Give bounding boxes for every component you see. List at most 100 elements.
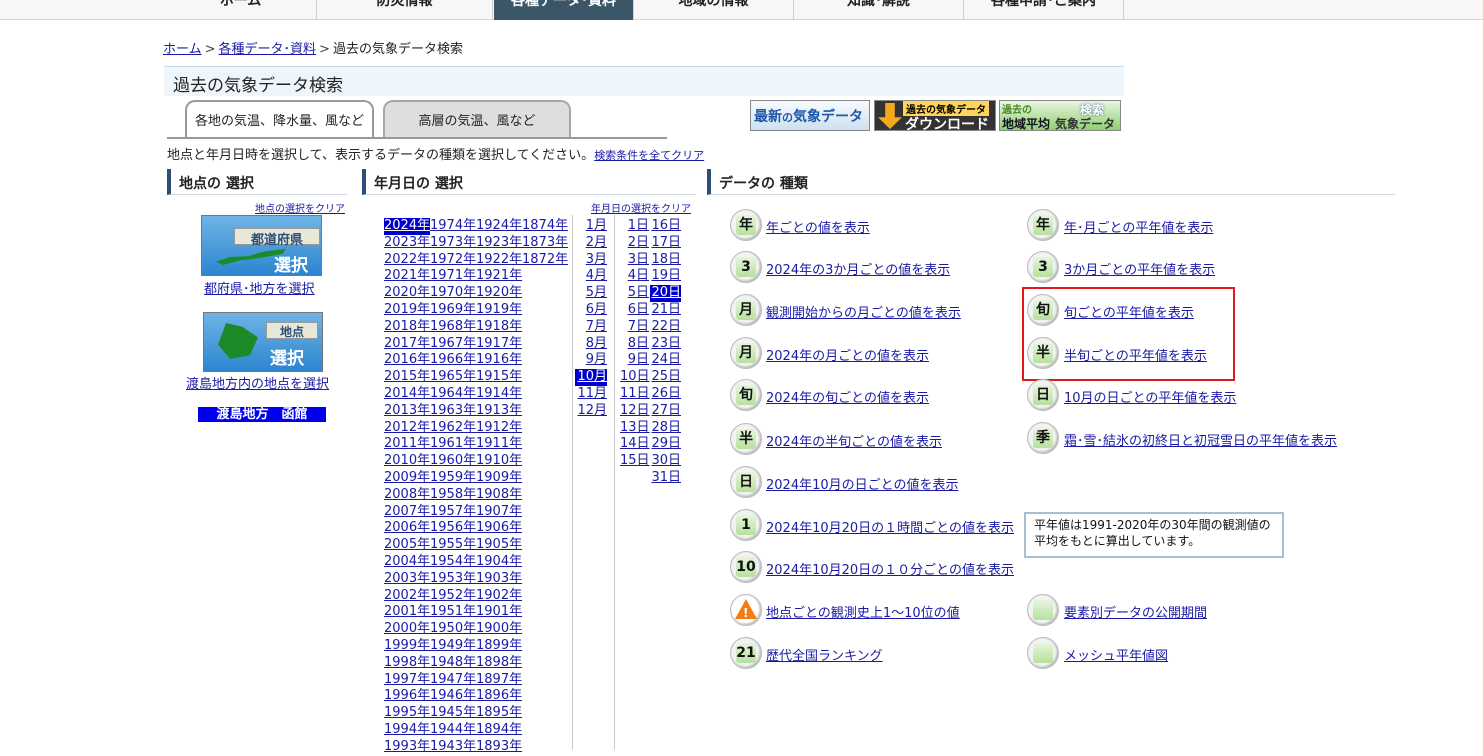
day-link[interactable]: 14日: [620, 436, 650, 453]
datatype-link-right-5[interactable]: 霜･雪･結氷の初終日と初冠雪日の平年値を表示: [1064, 430, 1337, 449]
prefecture-select-link[interactable]: 都府県･地方を選択: [204, 278, 315, 297]
year-link[interactable]: 2021年: [384, 268, 430, 285]
year-link[interactable]: 2018年: [384, 319, 430, 336]
datatype-link-left-1[interactable]: 2024年の3か月ごとの値を表示: [766, 259, 950, 278]
year-link[interactable]: 2009年: [384, 470, 430, 487]
year-link[interactable]: 2024年: [384, 218, 431, 235]
nav-knowledge[interactable]: 知識･解説: [794, 0, 964, 20]
year-link[interactable]: 1957年: [430, 504, 476, 521]
breadcrumb-data[interactable]: 各種データ･資料: [219, 42, 317, 57]
datatype-link-right-3[interactable]: 半旬ごとの平年値を表示: [1064, 345, 1207, 364]
day-link[interactable]: 10日: [620, 369, 650, 386]
day-link[interactable]: 11日: [620, 386, 650, 403]
year-link[interactable]: 1924年: [476, 218, 522, 235]
year-link[interactable]: 2002年: [384, 588, 430, 605]
datatype-link-left-6[interactable]: 2024年10月の日ごとの値を表示: [766, 474, 959, 493]
year-link[interactable]: 1963年: [430, 403, 476, 420]
year-link[interactable]: 2019年: [384, 302, 430, 319]
year-link[interactable]: 1956年: [430, 520, 476, 537]
year-link[interactable]: 1962年: [430, 420, 476, 437]
nav-disaster[interactable]: 防災情報: [317, 0, 493, 20]
year-link[interactable]: 1974年: [430, 218, 476, 235]
datatype-link-left-2[interactable]: 観測開始からの月ごとの値を表示: [766, 302, 961, 321]
month-link[interactable]: 1月: [575, 218, 607, 235]
year-link[interactable]: 1944年: [430, 722, 476, 739]
year-link[interactable]: 1904年: [476, 554, 522, 571]
year-link[interactable]: 1954年: [430, 554, 476, 571]
datatype-link-right-0[interactable]: 年･月ごとの平年値を表示: [1064, 217, 1213, 236]
day-link[interactable]: 22日: [650, 319, 681, 336]
year-link[interactable]: 1913年: [476, 403, 522, 420]
day-link[interactable]: 13日: [620, 420, 650, 437]
datatype-link-right-7[interactable]: メッシュ平年値図: [1064, 645, 1168, 664]
latest-data-banner[interactable]: 最新の気象データ: [750, 100, 870, 131]
year-link[interactable]: 2017年: [384, 336, 430, 353]
year-link[interactable]: 2023年: [384, 235, 430, 252]
clear-station-link[interactable]: 地点の選択をクリア: [255, 200, 345, 215]
nav-home[interactable]: ホーム: [165, 0, 317, 20]
point-select-link[interactable]: 渡島地方内の地点を選択: [186, 373, 329, 392]
year-link[interactable]: 2000年: [384, 621, 430, 638]
year-link[interactable]: 1951年: [430, 604, 476, 621]
year-link[interactable]: 2011年: [384, 436, 430, 453]
year-link[interactable]: 2016年: [384, 352, 430, 369]
year-link[interactable]: 1922年: [476, 252, 522, 269]
datatype-link-right-2[interactable]: 旬ごとの平年値を表示: [1064, 302, 1194, 321]
year-link[interactable]: 1910年: [476, 453, 522, 470]
day-link[interactable]: 5日: [620, 285, 649, 302]
day-link[interactable]: 17日: [650, 235, 681, 252]
nav-data[interactable]: 各種データ･資料: [494, 0, 634, 20]
day-link[interactable]: 8日: [620, 336, 649, 353]
year-link[interactable]: 1906年: [476, 520, 522, 537]
year-link[interactable]: 1907年: [476, 504, 522, 521]
year-link[interactable]: 1920年: [476, 285, 522, 302]
year-link[interactable]: 1911年: [476, 436, 522, 453]
year-link[interactable]: 2010年: [384, 453, 430, 470]
day-link[interactable]: 1日: [620, 218, 649, 235]
day-link[interactable]: 7日: [620, 319, 649, 336]
day-link[interactable]: 21日: [650, 302, 681, 319]
datatype-link-right-6[interactable]: 要素別データの公開期間: [1064, 602, 1207, 621]
month-link[interactable]: 12月: [575, 403, 607, 420]
day-link[interactable]: 27日: [650, 403, 681, 420]
breadcrumb-home[interactable]: ホーム: [163, 42, 202, 57]
datatype-link-left-8[interactable]: 2024年10月20日の１０分ごとの値を表示: [766, 559, 1014, 578]
datatype-link-left-0[interactable]: 年ごとの値を表示: [766, 217, 870, 236]
year-link[interactable]: 1955年: [430, 537, 476, 554]
year-link[interactable]: 2022年: [384, 252, 430, 269]
year-link[interactable]: 1900年: [476, 621, 522, 638]
year-link[interactable]: 1966年: [430, 352, 476, 369]
year-link[interactable]: 2003年: [384, 571, 430, 588]
year-link[interactable]: 1997年: [384, 672, 430, 689]
month-link[interactable]: 10月: [575, 369, 607, 386]
year-link[interactable]: 1917年: [476, 336, 522, 353]
year-link[interactable]: 1897年: [476, 672, 522, 689]
year-link[interactable]: 2014年: [384, 386, 430, 403]
day-link[interactable]: 15日: [620, 453, 650, 470]
year-link[interactable]: 1915年: [476, 369, 522, 386]
year-link[interactable]: 1914年: [476, 386, 522, 403]
year-link[interactable]: 1898年: [476, 655, 522, 672]
year-link[interactable]: 1896年: [476, 688, 522, 705]
prefecture-select-button[interactable]: 都道府県 選択: [201, 215, 322, 276]
year-link[interactable]: 1912年: [476, 420, 522, 437]
day-link[interactable]: 29日: [650, 436, 681, 453]
year-link[interactable]: 2012年: [384, 420, 430, 437]
month-link[interactable]: 9月: [575, 352, 607, 369]
day-link[interactable]: 3日: [620, 252, 649, 269]
year-link[interactable]: 1873年: [522, 235, 568, 252]
year-link[interactable]: 1995年: [384, 705, 430, 722]
day-link[interactable]: 19日: [650, 268, 681, 285]
year-link[interactable]: 1905年: [476, 537, 522, 554]
datatype-link-right-4[interactable]: 10月の日ごとの平年値を表示: [1064, 387, 1236, 406]
year-link[interactable]: 1909年: [476, 470, 522, 487]
year-link[interactable]: 1923年: [476, 235, 522, 252]
nav-regional[interactable]: 地域の情報: [634, 0, 794, 20]
year-link[interactable]: 2005年: [384, 537, 430, 554]
year-link[interactable]: 2020年: [384, 285, 430, 302]
month-link[interactable]: 8月: [575, 336, 607, 353]
year-link[interactable]: 1999年: [384, 638, 430, 655]
month-link[interactable]: 5月: [575, 285, 607, 302]
day-link[interactable]: 4日: [620, 268, 649, 285]
year-link[interactable]: 2008年: [384, 487, 430, 504]
